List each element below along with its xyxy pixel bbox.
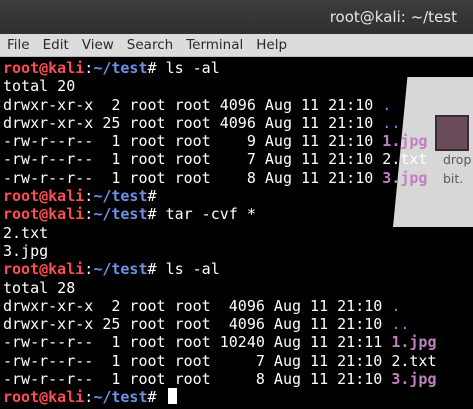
- prompt-user-host: root@kali: [3, 59, 85, 77]
- menu-view[interactable]: View: [75, 37, 120, 53]
- prompt-user-host: root@kali: [3, 388, 85, 407]
- file-attributes: -rw-r--r-- 1 root root 8 Aug 11 21:10: [3, 370, 392, 389]
- listing-row: -rw-r--r-- 1 root root 9 Aug 11 21:10 1.…: [3, 132, 436, 150]
- file-name: .: [382, 95, 392, 114]
- file-attributes: -rw-r--r-- 1 root root 7 Aug 11 21:10: [3, 150, 383, 169]
- prompt-separator: :: [84, 260, 94, 279]
- prompt-separator: :: [84, 187, 94, 206]
- prompt-user-host: root@kali: [3, 187, 85, 206]
- prompt-line: root@kali:~/test# ls -al: [3, 59, 436, 77]
- listing-row: -rw-r--r-- 1 root root 10240 Aug 11 21:1…: [3, 333, 436, 351]
- file-icon: [435, 115, 469, 151]
- prompt-path: ~/test: [93, 59, 148, 77]
- prompt-path: ~/test: [93, 388, 148, 407]
- prompt-path: ~/test: [93, 260, 148, 279]
- prompt-user-host: root@kali: [3, 260, 85, 279]
- prompt-line: root@kali:~/test# ls -al: [3, 260, 436, 278]
- menu-file[interactable]: File: [0, 37, 36, 53]
- menu-search[interactable]: Search: [120, 37, 179, 53]
- prompt-symbol: #: [147, 205, 166, 224]
- menu-help[interactable]: Help: [249, 37, 293, 53]
- prompt-symbol: #: [147, 388, 166, 407]
- prompt-line: root@kali:~/test#: [3, 388, 436, 406]
- menu-bar: File Edit View Search Terminal Help: [0, 34, 473, 57]
- menu-edit[interactable]: Edit: [36, 37, 75, 53]
- menu-terminal[interactable]: Terminal: [179, 37, 249, 53]
- listing-row: -rw-r--r-- 1 root root 8 Aug 11 21:10 3.…: [3, 370, 436, 388]
- file-name: 3.jpg: [382, 168, 428, 187]
- output-line: total 20: [3, 77, 76, 96]
- listing-row: drwxr-xr-x 25 root root 4096 Aug 11 21:1…: [3, 315, 436, 333]
- prompt-symbol: #: [147, 187, 166, 206]
- prompt-separator: :: [84, 205, 94, 224]
- file-attributes: -rw-r--r-- 1 root root 9 Aug 11 21:10: [3, 132, 383, 151]
- command-text: ls -al: [165, 260, 220, 279]
- file-attributes: -rw-r--r-- 1 root root 10240 Aug 11 21:1…: [3, 333, 392, 352]
- output-line: 2.txt: [3, 223, 49, 242]
- file-name: ..: [382, 113, 401, 132]
- prompt-line: root@kali:~/test# tar -cvf *: [3, 205, 436, 223]
- terminal-output: root@kali:~/test# ls -al total 20 drwxr-xr…: [3, 59, 436, 407]
- prompt-separator: :: [84, 59, 94, 77]
- prompt-path: ~/test: [93, 205, 148, 224]
- file-name: 2.txt: [391, 351, 437, 370]
- file-name: .: [391, 296, 401, 315]
- listing-row: -rw-r--r-- 1 root root 7 Aug 11 21:10 2.…: [3, 150, 436, 168]
- output-line: total 28: [3, 278, 76, 297]
- listing-row: -rw-r--r-- 1 root root 7 Aug 11 21:10 2.…: [3, 352, 436, 370]
- file-attributes: drwxr-xr-x 25 root root 4096 Aug 11 21:1…: [3, 113, 383, 132]
- output-line: 3.jpg: [3, 241, 49, 260]
- prompt-symbol: #: [147, 260, 166, 279]
- file-name: ..: [391, 315, 410, 334]
- file-name: 1.jpg: [391, 333, 437, 352]
- listing-row: drwxr-xr-x 25 root root 4096 Aug 11 21:1…: [3, 114, 436, 132]
- command-text: ls -al: [165, 59, 220, 77]
- file-attributes: drwxr-xr-x 2 root root 4096 Aug 11 21:10: [3, 296, 392, 315]
- window-title: root@kali: ~/test: [329, 8, 457, 26]
- listing-row: drwxr-xr-x 2 root root 4096 Aug 11 21:10…: [3, 297, 436, 315]
- file-name: 1.jpg: [382, 132, 428, 151]
- listing-row: -rw-r--r-- 1 root root 8 Aug 11 21:10 3.…: [3, 169, 436, 187]
- file-attributes: drwxr-xr-x 2 root root 4096 Aug 11 21:10: [3, 95, 383, 114]
- file-attributes: drwxr-xr-x 25 root root 4096 Aug 11 21:1…: [3, 315, 392, 334]
- file-attributes: -rw-r--r-- 1 root root 8 Aug 11 21:10: [3, 168, 383, 187]
- command-text: tar -cvf *: [165, 205, 256, 224]
- listing-row: drwxr-xr-x 2 root root 4096 Aug 11 21:10…: [3, 96, 436, 114]
- prompt-separator: :: [84, 388, 94, 407]
- prompt-symbol: #: [147, 59, 166, 77]
- file-attributes: -rw-r--r-- 1 root root 7 Aug 11 21:10: [3, 351, 392, 370]
- prompt-user-host: root@kali: [3, 205, 85, 224]
- file-name: 3.jpg: [391, 370, 437, 389]
- terminal-cursor: [167, 388, 177, 405]
- file-name: 2.txt: [382, 150, 428, 169]
- terminal-area[interactable]: drop bit. root@kali:~/test# ls -al total …: [0, 57, 473, 409]
- prompt-line: root@kali:~/test#: [3, 187, 436, 205]
- desktop-icon-label: drop bit.: [443, 152, 472, 186]
- prompt-path: ~/test: [93, 187, 148, 206]
- title-bar: root@kali: ~/test: [0, 0, 473, 34]
